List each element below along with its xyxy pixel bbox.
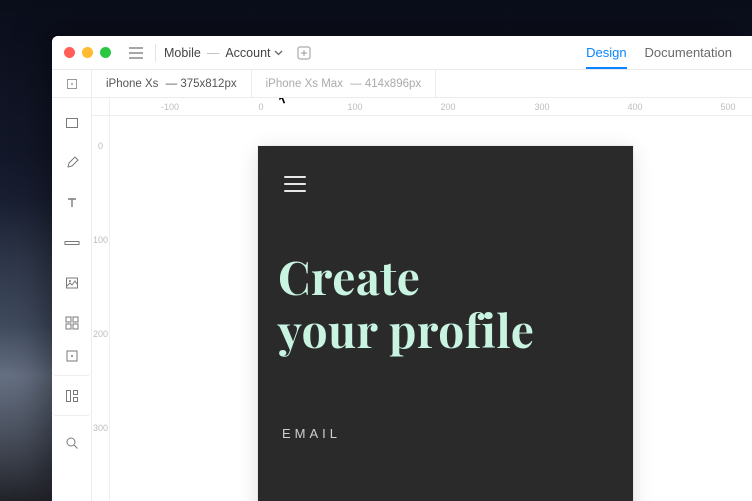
ruler-tick: 300 <box>534 98 549 116</box>
component-tool[interactable] <box>59 310 85 336</box>
plus-square-icon <box>297 46 311 60</box>
breadcrumb-separator: — <box>207 46 220 60</box>
image-tool[interactable] <box>59 270 85 296</box>
ruler-tick: 0 <box>258 98 263 116</box>
menu-button[interactable] <box>125 42 147 64</box>
add-page-button[interactable] <box>293 42 315 64</box>
chevron-down-icon <box>274 50 283 56</box>
ruler-corner <box>92 98 110 116</box>
ruler-tick: -100 <box>161 98 179 116</box>
search-tool[interactable] <box>59 430 85 456</box>
artboard-tab-name: iPhone Xs Max <box>266 78 343 90</box>
text-tool[interactable] <box>59 190 85 216</box>
minimize-window-button[interactable] <box>82 47 93 58</box>
close-window-button[interactable] <box>64 47 75 58</box>
artboard-tab-dims: 375x812px <box>180 78 236 90</box>
artboard-tab-iphone-xs-max[interactable]: iPhone Xs Max — 414x896px <box>252 70 437 97</box>
tool-sidebar <box>52 98 92 501</box>
target-icon <box>66 78 78 90</box>
ruler-tick: 100 <box>92 235 109 245</box>
breadcrumb-project[interactable]: Mobile <box>164 46 201 60</box>
design-email-label[interactable]: EMAIL <box>282 426 341 441</box>
artboard-tab-iphone-xs[interactable]: iPhone Xs — 375x812px <box>92 70 252 97</box>
ruler-tick: 200 <box>92 329 109 339</box>
pen-tool[interactable] <box>59 150 85 176</box>
maximize-window-button[interactable] <box>100 47 111 58</box>
artboard-iphone-xs[interactable]: Createyour profile EMAIL <box>258 146 633 501</box>
ruler-tick: 0 <box>92 141 109 151</box>
app-window: Mobile — Account Design Documentation iP… <box>52 36 752 501</box>
text-icon <box>65 196 79 210</box>
mode-tabs: Design Documentation <box>586 37 732 68</box>
frame-tool[interactable] <box>52 350 91 376</box>
pen-icon <box>65 156 79 170</box>
tab-design[interactable]: Design <box>586 45 626 68</box>
canvas[interactable]: Createyour profile EMAIL <box>110 116 752 501</box>
ruler-tick: 400 <box>627 98 642 116</box>
line-tool[interactable] <box>59 230 85 256</box>
app-body: -100 0 100 200 300 400 500 0 100 200 300 Createyo… <box>52 98 752 501</box>
breadcrumb-page-dropdown[interactable]: Account <box>225 46 282 60</box>
layout-grid-tool[interactable] <box>52 390 91 416</box>
breadcrumb-page-label: Account <box>225 46 270 60</box>
image-icon <box>65 276 79 290</box>
line-icon <box>64 239 80 247</box>
window-controls <box>64 47 111 58</box>
ruler-tick: 100 <box>347 98 362 116</box>
search-icon <box>65 436 79 450</box>
ruler-tick: 300 <box>92 423 109 433</box>
artboard-tab-name: iPhone Xs <box>106 78 158 90</box>
layout-grid-icon <box>65 389 79 403</box>
ruler-tick: 500 <box>720 98 735 116</box>
ruler-horizontal[interactable]: -100 0 100 200 300 400 500 <box>110 98 752 116</box>
ruler-vertical[interactable]: 0 100 200 300 <box>92 116 110 501</box>
component-icon <box>65 316 79 330</box>
hamburger-icon <box>129 47 143 59</box>
artboard-tab-bar: iPhone Xs — 375x812px iPhone Xs Max — 41… <box>52 70 752 98</box>
artboard-tab-dims: 414x896px <box>365 78 421 90</box>
breadcrumb: Mobile — Account <box>164 46 283 60</box>
artboard-list-button[interactable] <box>52 70 92 97</box>
titlebar: Mobile — Account Design Documentation <box>52 36 752 70</box>
ruler-tick: 200 <box>440 98 455 116</box>
rectangle-tool[interactable] <box>59 110 85 136</box>
cursor-pointer-icon <box>275 98 291 109</box>
frame-icon <box>65 349 79 363</box>
tab-documentation[interactable]: Documentation <box>645 45 732 68</box>
rectangle-icon <box>65 116 79 130</box>
canvas-area: -100 0 100 200 300 400 500 0 100 200 300 Createyo… <box>92 98 752 501</box>
design-headline-text[interactable]: Createyour profile <box>278 250 613 356</box>
design-menu-button[interactable] <box>284 176 306 192</box>
